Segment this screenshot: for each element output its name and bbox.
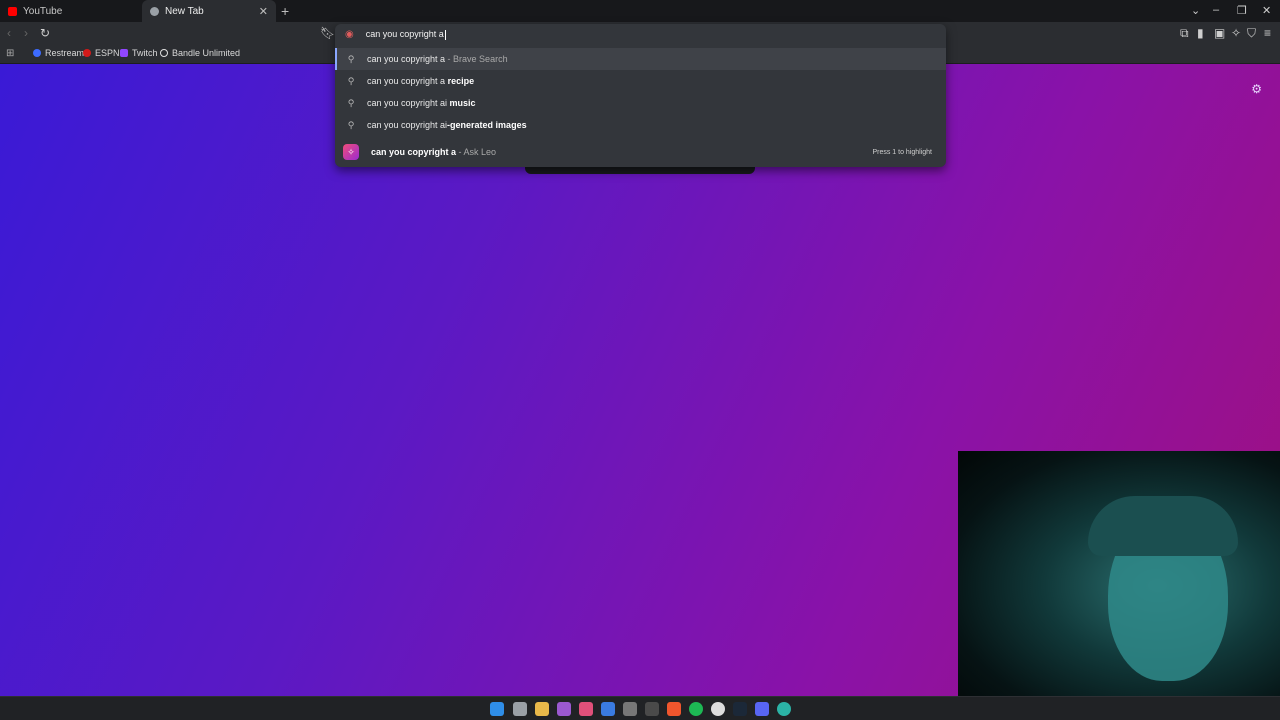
ask-leo-suggestion[interactable]: ✧ can you copyright a - Ask Leo Press 1 … <box>335 140 946 164</box>
steam-icon[interactable] <box>733 702 747 716</box>
extensions-icon[interactable]: ⧉ <box>1180 26 1189 41</box>
bookmark-label: Twitch <box>132 48 158 58</box>
suggestion-typed: can you copyright a <box>367 76 448 86</box>
brave-icon <box>150 6 159 16</box>
xbox-icon[interactable] <box>645 702 659 716</box>
bookmark-label: ESPN <box>95 48 120 58</box>
suggestion-suffix: - Brave Search <box>445 54 508 64</box>
search-icon: ⚲ <box>347 97 355 108</box>
bookmark-label: Bandle Unlimited <box>172 48 241 58</box>
back-icon[interactable]: ‹ <box>7 26 11 40</box>
forward-icon[interactable]: › <box>24 26 28 40</box>
omnibox-dropdown: ◉ can you copyright a ⚲ can you copyrigh… <box>335 24 946 167</box>
bandle-icon <box>160 49 168 57</box>
discord-icon[interactable] <box>755 702 769 716</box>
search-icon: ⚲ <box>347 75 355 86</box>
bookmark-bandle[interactable]: Bandle Unlimited <box>160 48 240 58</box>
brave-search-icon: ◉ <box>345 29 354 40</box>
suggestion-item[interactable]: ⚲ can you copyright a - Brave Search <box>335 48 946 70</box>
search-icon: ⚲ <box>347 53 355 64</box>
minimize-icon[interactable]: – <box>1213 4 1219 16</box>
taskbar <box>0 696 1280 720</box>
app-pink-icon[interactable] <box>579 702 593 716</box>
restream-icon <box>33 49 41 57</box>
leo-hint: Press 1 to highlight <box>872 148 932 156</box>
apps-grid-icon[interactable]: ⊞ <box>6 48 14 59</box>
twitch-icon <box>120 49 128 57</box>
app-teal-icon[interactable] <box>777 702 791 716</box>
app-blue-icon[interactable] <box>601 702 615 716</box>
close-tab-icon[interactable]: ✕ <box>259 5 268 18</box>
webcam-overlay <box>958 451 1280 696</box>
tab-new-tab[interactable]: New Tab ✕ <box>142 0 276 22</box>
sidebar-icon[interactable]: ▮ <box>1197 26 1204 40</box>
bookmark-twitch[interactable]: Twitch <box>120 48 158 58</box>
tab-search-chevron-icon[interactable]: ⌄ <box>1191 4 1200 17</box>
leo-icon: ✧ <box>343 144 359 160</box>
bookmark-icon[interactable]: 🔖︎ <box>320 26 335 40</box>
menu-icon[interactable]: ≡ <box>1264 26 1271 40</box>
new-tab-search-box[interactable] <box>525 166 755 174</box>
leo-typed: can you copyright a <box>371 147 457 157</box>
file-explorer-icon[interactable] <box>535 702 549 716</box>
app-grid-icon[interactable] <box>623 702 637 716</box>
suggestion-typed: can you copyright ai <box>367 98 450 108</box>
bookmark-restream[interactable]: Restream <box>33 48 84 58</box>
leo-suffix: - Ask Leo <box>456 147 497 157</box>
espn-icon <box>83 49 91 57</box>
brave-icon[interactable] <box>667 702 681 716</box>
youtube-icon <box>8 6 17 16</box>
suggestion-item[interactable]: ⚲ can you copyright a recipe <box>335 70 946 92</box>
search-icon: ⚲ <box>347 119 355 130</box>
suggestion-completion: -generated images <box>447 120 527 130</box>
reload-icon[interactable]: ↻ <box>40 26 50 40</box>
restore-icon[interactable]: ❐ <box>1237 4 1247 17</box>
wallet-icon[interactable]: ▣ <box>1214 26 1225 40</box>
github-icon[interactable] <box>711 702 725 716</box>
tab-title: YouTube <box>23 5 63 17</box>
suggestion-item[interactable]: ⚲ can you copyright ai-generated images <box>335 114 946 136</box>
new-tab-button[interactable]: + <box>281 3 289 19</box>
close-window-icon[interactable]: ✕ <box>1262 4 1271 17</box>
tab-strip: YouTube New Tab ✕ + ⌄ – ❐ ✕ <box>0 0 1280 22</box>
suggestion-typed: can you copyright ai <box>367 120 448 130</box>
bookmark-espn[interactable]: ESPN <box>83 48 120 58</box>
leo-icon[interactable]: ✧ <box>1231 26 1241 40</box>
vpn-shield-icon[interactable]: ⛉ <box>1247 26 1256 41</box>
suggestion-typed: can you copyright a <box>367 54 446 64</box>
gear-icon[interactable]: ⚙ <box>1251 82 1262 96</box>
tab-title: New Tab <box>165 5 204 17</box>
bookmark-label: Restream <box>45 48 85 58</box>
spotify-icon[interactable] <box>689 702 703 716</box>
app-purple-icon[interactable] <box>557 702 571 716</box>
suggestion-completion: recipe <box>447 76 475 86</box>
address-bar[interactable]: ◉ can you copyright a <box>335 24 946 45</box>
suggestion-completion: music <box>449 98 476 108</box>
task-view-icon[interactable] <box>513 702 527 716</box>
webcam-cap <box>1088 496 1238 556</box>
tab-youtube[interactable]: YouTube <box>0 0 140 22</box>
suggestion-item[interactable]: ⚲ can you copyright ai music <box>335 92 946 114</box>
address-bar-text: can you copyright a <box>365 29 444 40</box>
windows-start-icon[interactable] <box>490 702 504 716</box>
